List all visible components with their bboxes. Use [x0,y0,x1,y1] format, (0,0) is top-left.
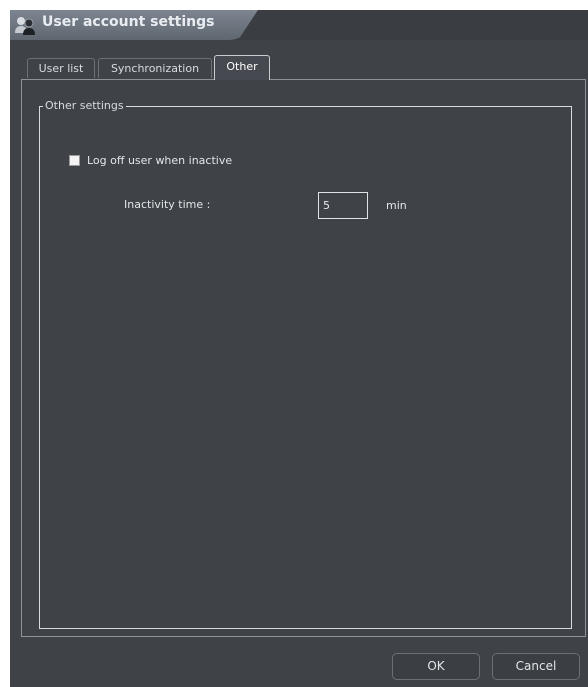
logoff-checkbox-label[interactable]: Log off user when inactive [87,153,232,169]
other-settings-group: Other settings Log off user when inactiv… [39,99,572,629]
inactivity-time-input[interactable] [318,192,368,219]
ok-button[interactable]: OK [392,653,480,680]
group-title: Other settings [43,99,126,113]
cancel-button[interactable]: Cancel [492,653,580,680]
window-title: User account settings [42,14,215,30]
tab-user-list[interactable]: User list [27,58,95,78]
tab-panel-other: Other settings Log off user when inactiv… [21,79,586,637]
tab-other[interactable]: Other [214,55,270,80]
title-bar: User account settings [10,10,588,40]
logoff-checkbox[interactable] [69,155,80,166]
inactivity-time-unit: min [386,199,407,212]
users-icon [14,14,36,36]
inactivity-time-label: Inactivity time : [124,198,211,211]
settings-window: User account settings User list Synchron… [10,10,588,687]
tab-synchronization[interactable]: Synchronization [98,58,212,78]
